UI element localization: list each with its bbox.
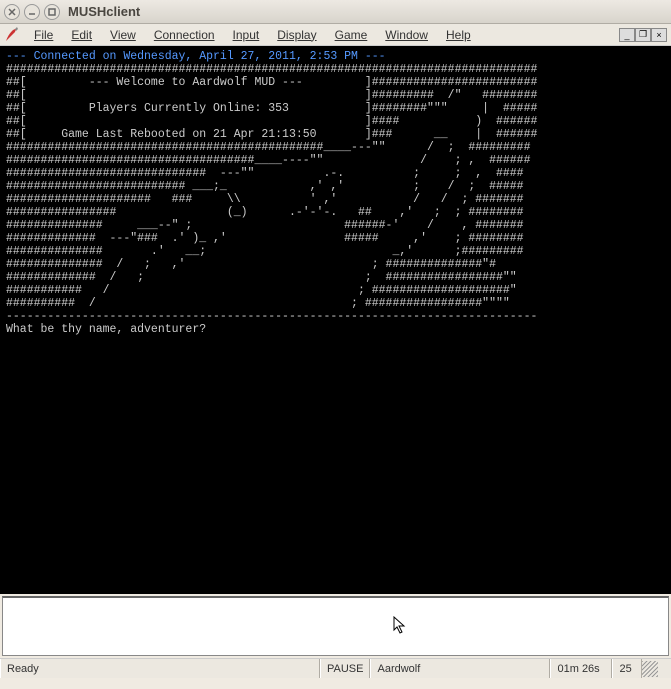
status-lines: 25 xyxy=(612,659,642,678)
menu-window[interactable]: Window xyxy=(377,26,436,44)
status-world: Aardwolf xyxy=(370,659,550,678)
menubar: File Edit View Connection Input Display … xyxy=(0,24,671,46)
prompt-line: What be thy name, adventurer? xyxy=(6,323,206,336)
menu-view[interactable]: View xyxy=(102,26,144,44)
input-area xyxy=(2,596,669,656)
maximize-window-button[interactable] xyxy=(44,4,60,20)
mdi-minimize-button[interactable]: _ xyxy=(619,28,635,42)
status-pause: PAUSE xyxy=(320,659,370,678)
app-icon xyxy=(4,27,20,43)
status-ready: Ready xyxy=(0,659,320,678)
titlebar: MUSHclient xyxy=(0,0,671,24)
menu-display[interactable]: Display xyxy=(269,26,324,44)
minimize-window-button[interactable] xyxy=(24,4,40,20)
terminal-scrollbar[interactable] xyxy=(655,46,671,594)
menu-game[interactable]: Game xyxy=(327,26,376,44)
connected-line: --- Connected on Wednesday, April 27, 20… xyxy=(6,50,386,63)
menu-help[interactable]: Help xyxy=(438,26,479,44)
menu-connection[interactable]: Connection xyxy=(146,26,223,44)
status-time: 01m 26s xyxy=(550,659,612,678)
mdi-window-controls: _ ❐ × xyxy=(619,28,667,42)
mdi-restore-button[interactable]: ❐ xyxy=(635,28,651,42)
statusbar: Ready PAUSE Aardwolf 01m 26s 25 xyxy=(0,658,671,678)
close-window-button[interactable] xyxy=(4,4,20,20)
ascii-art: ########################################… xyxy=(6,63,537,323)
command-input[interactable] xyxy=(5,600,666,653)
menu-edit[interactable]: Edit xyxy=(63,26,100,44)
menu-input[interactable]: Input xyxy=(225,26,268,44)
resize-grip[interactable] xyxy=(642,661,658,677)
terminal-output: --- Connected on Wednesday, April 27, 20… xyxy=(0,46,671,594)
menu-file[interactable]: File xyxy=(26,26,61,44)
window-title: MUSHclient xyxy=(68,4,140,19)
mdi-close-button[interactable]: × xyxy=(651,28,667,42)
window-controls xyxy=(4,4,60,20)
